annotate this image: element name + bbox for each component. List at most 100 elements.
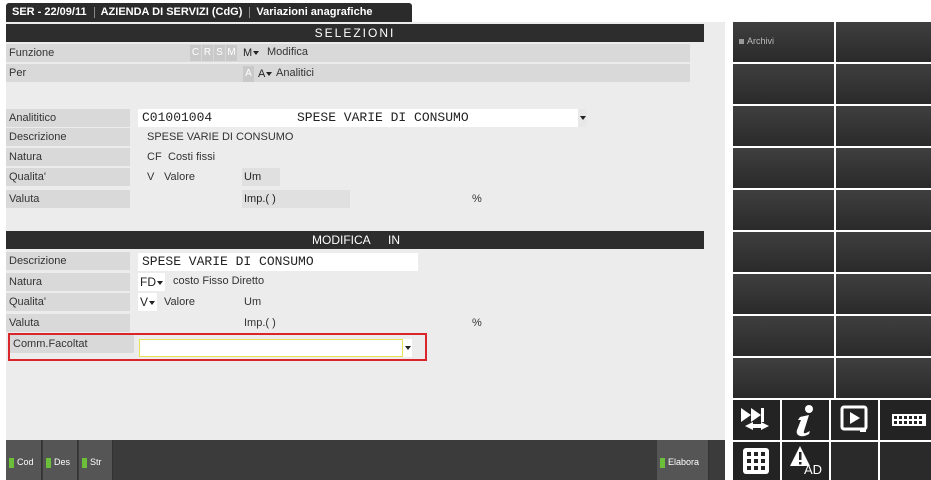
analitico-label-cell: Analititico (6, 109, 130, 127)
qualita-label: Qualita' (9, 171, 46, 183)
right-button-8[interactable] (733, 190, 834, 230)
mod-qualita-select[interactable]: V (138, 293, 158, 311)
title-bar: SER - 22/09/11 AZIENDA DI SERVIZI (CdG) Va… (0, 0, 931, 22)
per-label: Per (9, 67, 27, 79)
valuta-label: Valuta (9, 193, 40, 205)
right-button-16[interactable] (733, 358, 834, 398)
comm-facoltat-label-cell: Comm.Facoltat (10, 335, 134, 353)
right-button-3[interactable] (836, 64, 931, 104)
right-button-13[interactable] (836, 274, 931, 314)
funzione-code: M (243, 47, 253, 59)
comm-facoltat-input[interactable] (139, 339, 403, 357)
play-button[interactable] (831, 400, 878, 440)
archivi-button[interactable]: Archivi (733, 22, 834, 62)
natura-label-cell: Natura (6, 148, 130, 166)
right-button-12[interactable] (733, 274, 834, 314)
funzione-row: Funzione (6, 44, 690, 62)
mod-um-label: Um (244, 296, 262, 308)
valuta-label-cell: Valuta (6, 190, 130, 208)
mod-descrizione-input[interactable]: SPESE VARIE DI CONSUMO (138, 253, 418, 271)
fkey-des[interactable]: Des (43, 440, 78, 480)
right-button-2[interactable] (733, 64, 834, 104)
right-button-10[interactable] (733, 232, 834, 272)
imp-box: Imp.( ) (242, 190, 350, 208)
natura-code: CF (147, 151, 162, 163)
title-tab: SER - 22/09/11 AZIENDA DI SERVIZI (CdG) Va… (6, 3, 412, 22)
qualita-code: V (147, 171, 155, 183)
mode-key-c[interactable]: C (190, 45, 201, 61)
descrizione-label-cell: Descrizione (6, 128, 130, 146)
screen-title: Variazioni anagrafiche (256, 6, 373, 18)
selezioni-header-label: SELEZIONI (314, 26, 396, 40)
fkey-cod-label: Cod (17, 457, 34, 467)
mod-descrizione-label: Descrizione (9, 255, 67, 267)
chevron-down-icon (149, 300, 156, 305)
fkey-cod[interactable]: Cod (6, 440, 42, 480)
funzione-value: Modifica (267, 46, 308, 58)
fkey-elabora[interactable]: Elabora (657, 440, 709, 480)
fkey-des-label: Des (54, 457, 71, 467)
qualita-value: Valore (164, 171, 195, 183)
mod-valuta-label-cell: Valuta (6, 314, 130, 332)
navigation-swap-button[interactable] (733, 400, 780, 440)
mod-natura-code: FD (140, 275, 156, 289)
right-button-15[interactable] (836, 316, 931, 356)
funzione-mode-keys: CRSM (190, 45, 238, 61)
archivi-label: Archivi (747, 36, 775, 46)
per-value: Analitici (276, 67, 314, 79)
mod-descrizione-label-cell: Descrizione (6, 252, 130, 270)
right-button-17[interactable] (836, 358, 931, 398)
function-key-bar: Cod Des Str Elabora (6, 440, 725, 480)
funzione-select[interactable]: M (243, 44, 260, 62)
mode-key-r[interactable]: R (202, 45, 213, 61)
green-indicator-icon (46, 457, 51, 468)
comm-facoltat-dropdown-button[interactable] (403, 339, 412, 357)
alert-ad-button[interactable]: AD (782, 442, 829, 480)
chevron-down-icon (253, 51, 260, 56)
mod-valuta-label: Valuta (9, 317, 40, 329)
right-button-9[interactable] (836, 190, 931, 230)
mod-qualita-label: Qualita' (9, 296, 46, 308)
imp-label: Imp.( ) (244, 193, 276, 205)
mode-key-s[interactable]: S (214, 45, 225, 61)
mod-natura-select[interactable]: FD (138, 273, 165, 291)
fkey-elabora-label: Elabora (668, 457, 700, 467)
mod-natura-label: Natura (9, 276, 43, 288)
mode-key-m[interactable]: M (226, 45, 237, 61)
grid-button[interactable] (733, 442, 780, 480)
ad-label: AD (804, 462, 823, 477)
info-icon (796, 405, 813, 437)
mod-imp-label: Imp.( ) (244, 317, 276, 329)
fast-forward-swap-icon (741, 408, 769, 430)
menu-indicator-icon (739, 39, 744, 45)
info-button[interactable] (782, 400, 829, 440)
right-button-14[interactable] (733, 316, 834, 356)
per-code: A (258, 68, 266, 80)
analitico-dropdown-button[interactable] (578, 109, 587, 127)
analitico-code: C01001004 (142, 110, 213, 125)
keyboard-icon (892, 414, 926, 426)
mod-qualita-code: V (140, 295, 149, 309)
mod-natura-value: costo Fisso Diretto (173, 275, 265, 287)
right-button-4[interactable] (733, 106, 834, 146)
per-key-a[interactable]: A (243, 66, 254, 82)
fkey-str[interactable]: Str (79, 440, 113, 480)
mod-qualita-value: Valore (164, 296, 195, 308)
um-box: Um (242, 168, 280, 186)
right-button-7[interactable] (836, 148, 931, 188)
analitico-input[interactable]: C01001004 SPESE VARIE DI CONSUMO (138, 109, 578, 127)
natura-label: Natura (9, 151, 43, 163)
right-button-11[interactable] (836, 232, 931, 272)
right-button-1[interactable] (836, 22, 931, 62)
analitico-label: Analititico (9, 112, 57, 124)
right-command-panel: Archivi AD (733, 22, 931, 480)
natura-value: Costi fissi (168, 151, 216, 163)
descrizione-value: SPESE VARIE DI CONSUMO (147, 131, 294, 143)
right-button-5[interactable] (836, 106, 931, 146)
keyboard-button[interactable] (880, 400, 931, 440)
green-indicator-icon (82, 457, 87, 468)
per-select[interactable]: A (258, 65, 273, 83)
right-empty-button-1[interactable] (831, 442, 878, 480)
right-empty-button-2[interactable] (880, 442, 931, 480)
right-button-6[interactable] (733, 148, 834, 188)
